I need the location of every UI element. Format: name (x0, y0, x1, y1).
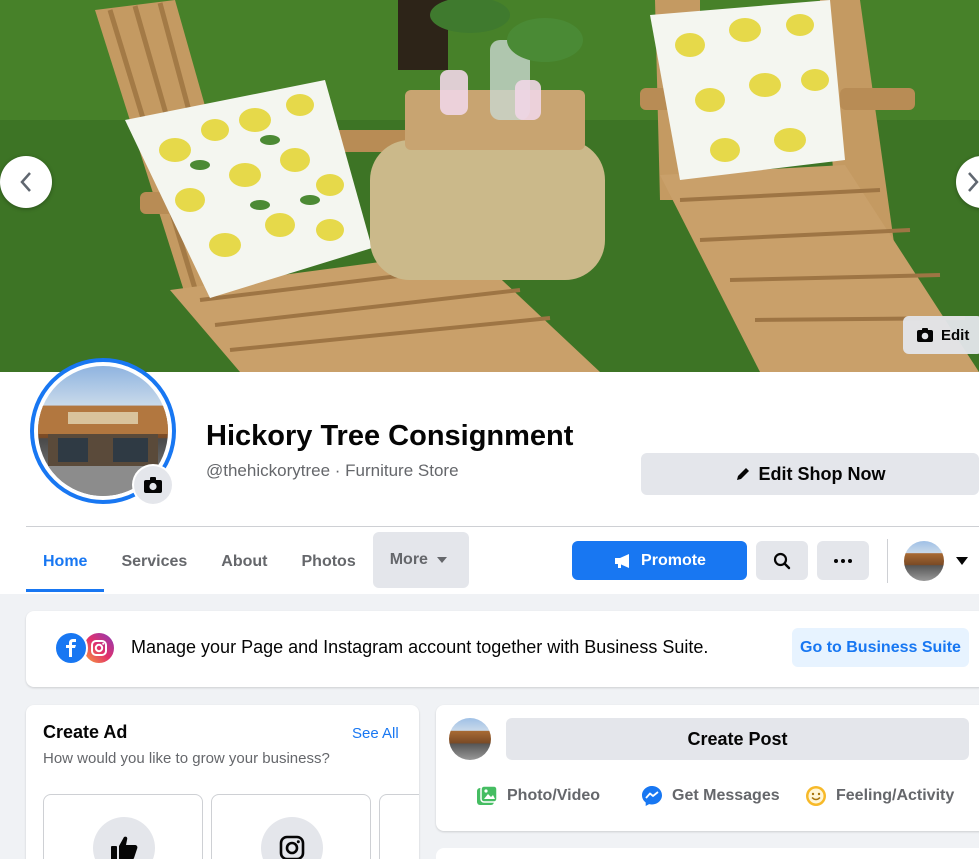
get-messages-button[interactable]: Get Messages (641, 785, 780, 807)
tab-home-label: Home (43, 553, 88, 570)
page-handle-category: @thehickorytree · Furniture Store (206, 461, 459, 480)
go-to-business-suite-button[interactable]: Go to Business Suite (792, 628, 969, 667)
camera-icon (917, 328, 933, 342)
facebook-icon (54, 631, 88, 665)
ellipsis-icon (834, 558, 852, 563)
photo-video-button[interactable]: Photo/Video (476, 785, 600, 807)
chevron-right-icon (968, 172, 979, 192)
messenger-icon (642, 786, 662, 806)
post-author-avatar (449, 718, 491, 760)
tab-home[interactable]: Home (26, 532, 105, 592)
cover-edit-button[interactable]: Edit (903, 316, 979, 354)
promote-button[interactable]: Promote (572, 541, 747, 580)
next-card-edge (436, 848, 979, 859)
create-post-button[interactable]: Create Post (506, 718, 969, 760)
cover-photo: Edit (0, 0, 979, 372)
page-header: Hickory Tree Consignment @thehickorytree… (0, 358, 979, 594)
photo-video-label: Photo/Video (507, 787, 601, 804)
cover-edit-label: Edit (941, 326, 970, 344)
account-switcher[interactable] (904, 541, 968, 581)
tab-photos-label: Photos (301, 553, 356, 570)
camera-icon (144, 477, 162, 493)
banner-icons (54, 631, 118, 667)
feeling-activity-label: Feeling/Activity (836, 787, 955, 804)
edit-shop-now-button[interactable]: Edit Shop Now (641, 453, 979, 495)
search-button[interactable] (756, 541, 808, 580)
cover-prev-button[interactable] (0, 156, 52, 208)
thumbs-up-icon (93, 817, 155, 859)
create-post-label: Create Post (687, 728, 788, 749)
tab-photos[interactable]: Photos (285, 532, 373, 592)
tab-more[interactable]: More (372, 532, 469, 588)
tab-about[interactable]: About (204, 532, 284, 592)
search-icon (773, 552, 791, 569)
ad-option-more[interactable] (379, 794, 419, 859)
caret-down-icon (436, 557, 447, 563)
edit-shop-now-label: Edit Shop Now (758, 463, 886, 484)
action-separator (887, 539, 888, 583)
create-ad-title: Create Ad (43, 722, 128, 742)
header-divider (26, 526, 979, 527)
promote-label: Promote (641, 551, 706, 569)
page-title: Hickory Tree Consignment (206, 420, 574, 452)
tab-about-label: About (221, 553, 268, 570)
more-options-button[interactable] (817, 541, 869, 580)
create-ad-subtitle: How would you like to grow your business… (43, 750, 330, 767)
create-ad-card: Create Ad See All How would you like to … (26, 705, 419, 859)
banner-message: Manage your Page and Instagram account t… (131, 637, 709, 657)
tab-services[interactable]: Services (104, 532, 204, 592)
tab-more-label: More (389, 551, 428, 568)
instagram-icon (261, 817, 323, 859)
megaphone-icon (615, 553, 630, 568)
chevron-left-icon (20, 172, 31, 192)
tab-services-label: Services (121, 553, 188, 570)
smiley-icon (806, 786, 826, 806)
business-suite-banner: Manage your Page and Instagram account t… (26, 611, 979, 687)
account-avatar (904, 541, 944, 581)
cover-illustration (0, 0, 979, 372)
photo-video-icon (477, 785, 498, 805)
see-all-link[interactable]: See All (352, 725, 399, 742)
create-post-card: Create Post Photo/Video Get Messages Fee… (436, 705, 979, 831)
get-messages-label: Get Messages (672, 787, 780, 804)
ad-option-instagram[interactable] (211, 794, 371, 859)
profile-picture-camera-button[interactable] (134, 466, 172, 504)
ad-option-page-likes[interactable] (43, 794, 203, 859)
feeling-activity-button[interactable]: Feeling/Activity (805, 785, 954, 807)
page-tabs: Home Services About Photos More (26, 532, 469, 592)
pencil-icon (736, 468, 749, 480)
go-to-business-suite-label: Go to Business Suite (800, 638, 961, 656)
caret-down-icon (956, 557, 968, 565)
